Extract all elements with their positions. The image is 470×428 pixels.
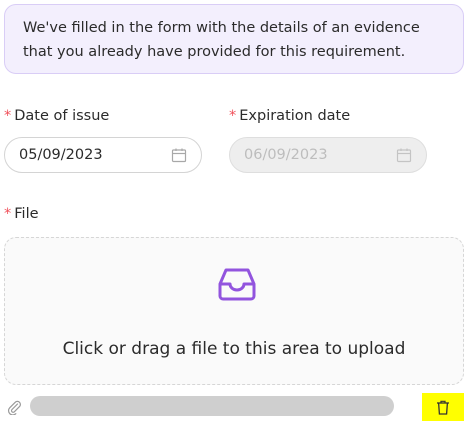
prefill-notice-line-2: that you already have provided for this … xyxy=(23,44,406,60)
file-label-text: File xyxy=(14,206,39,222)
file-upload-dropzone[interactable]: Click or drag a file to this area to upl… xyxy=(4,237,464,385)
trash-icon xyxy=(437,400,449,415)
upload-progress-fill xyxy=(30,396,394,416)
delete-file-button[interactable] xyxy=(422,393,464,421)
expiration-date-value: 06/09/2023 xyxy=(244,147,328,163)
date-of-issue-label-text: Date of issue xyxy=(14,108,110,124)
prefill-notice: We've filled in the form with the detail… xyxy=(4,4,464,74)
upload-progress-bar xyxy=(30,396,394,416)
calendar-icon xyxy=(396,148,412,163)
expiration-date-label: * Expiration date xyxy=(229,106,350,126)
evidence-form: We've filled in the form with the detail… xyxy=(0,0,470,428)
prefill-notice-line-1: We've filled in the form with the detail… xyxy=(23,20,420,36)
required-mark: * xyxy=(4,206,12,222)
expiration-date-label-text: Expiration date xyxy=(239,108,351,124)
date-of-issue-label: * Date of issue xyxy=(4,106,109,126)
calendar-icon[interactable] xyxy=(171,147,187,163)
upload-hint: Click or drag a file to this area to upl… xyxy=(62,339,406,359)
expiration-date-input: 06/09/2023 xyxy=(229,137,427,173)
required-mark: * xyxy=(4,108,12,124)
date-of-issue-input[interactable]: 05/09/2023 xyxy=(4,137,202,173)
file-label: * File xyxy=(4,204,39,224)
date-of-issue-value: 05/09/2023 xyxy=(19,147,103,163)
attached-file-row xyxy=(0,393,470,423)
inbox-icon xyxy=(218,268,256,301)
paperclip-icon xyxy=(7,400,21,415)
required-mark: * xyxy=(229,108,237,124)
